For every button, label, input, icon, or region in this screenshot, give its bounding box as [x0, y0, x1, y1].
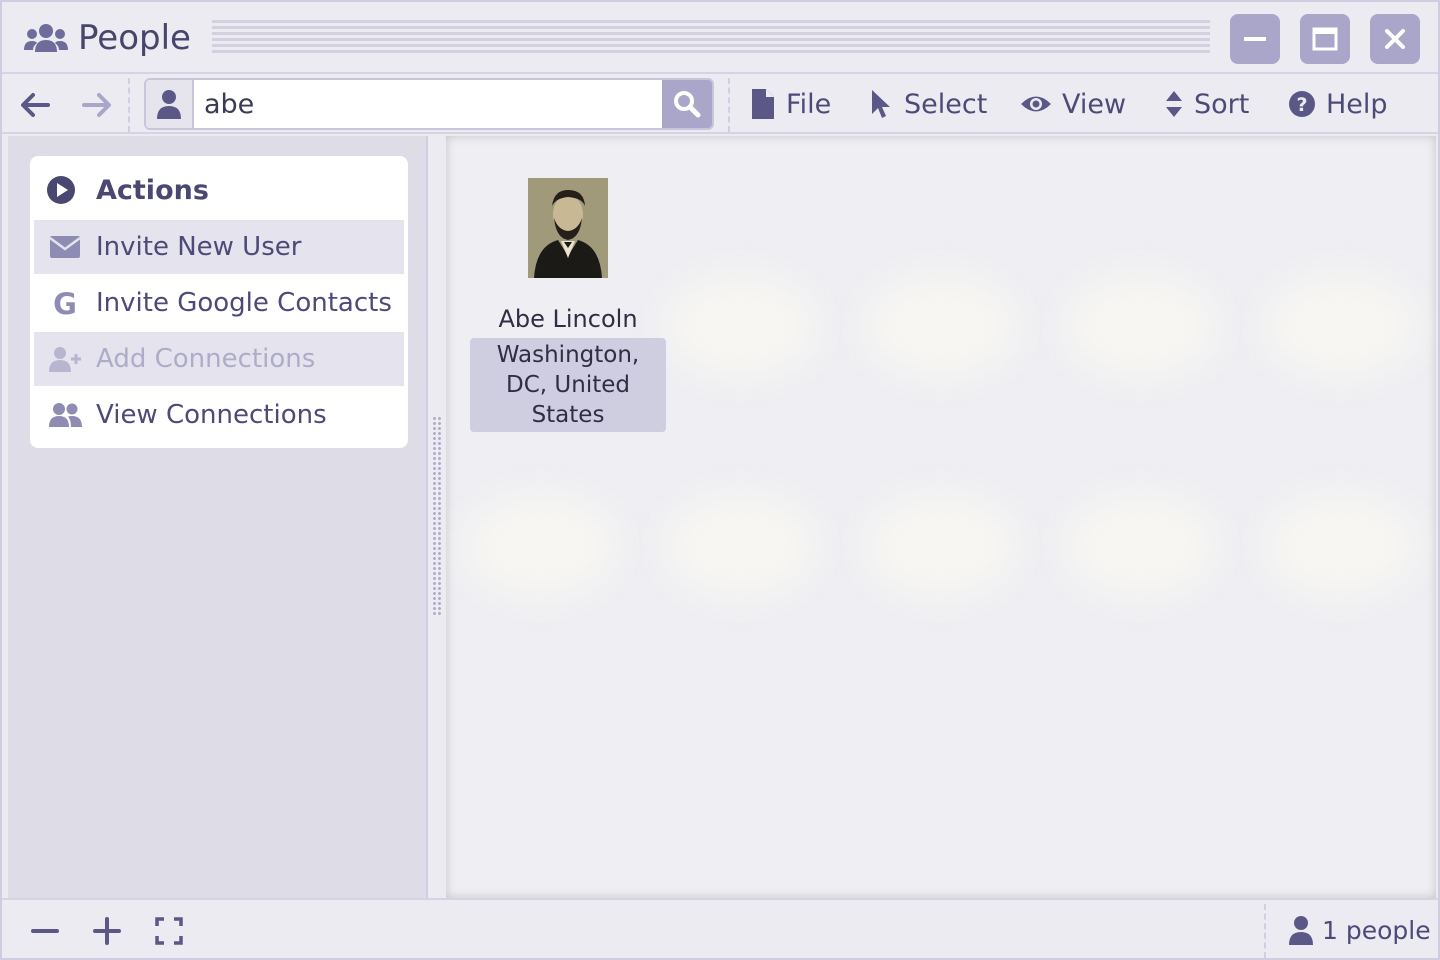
person-location: Washington, DC, United States — [470, 338, 666, 432]
back-arrow-icon[interactable] — [18, 88, 52, 122]
empty-slot — [1066, 276, 1216, 376]
empty-slot — [1266, 496, 1416, 596]
menu-file[interactable]: File — [750, 84, 831, 124]
menu-file-label: File — [786, 88, 832, 120]
menu-sort-label: Sort — [1194, 88, 1250, 120]
zoom-in-icon[interactable] — [92, 916, 122, 946]
action-add-connections[interactable]: Add Connections — [34, 332, 404, 386]
menu-view[interactable]: View — [1020, 84, 1126, 124]
actions-panel: Actions Invite New User G Invite Google … — [30, 156, 408, 448]
menu-select[interactable]: Select — [868, 84, 987, 124]
empty-slot — [1266, 276, 1416, 376]
person-photo — [528, 178, 608, 278]
forward-arrow-icon[interactable] — [80, 88, 114, 122]
status-separator — [1264, 904, 1266, 958]
search-button[interactable] — [662, 80, 712, 128]
sort-icon — [1166, 91, 1182, 117]
menu-select-label: Select — [904, 88, 988, 120]
search-input[interactable] — [194, 80, 664, 128]
empty-slot — [466, 496, 616, 596]
actions-header-label: Actions — [96, 174, 209, 206]
file-icon — [752, 89, 774, 119]
search-scope-button[interactable] — [146, 80, 194, 128]
title-bar[interactable]: People — [2, 2, 1438, 74]
empty-slot — [866, 276, 1016, 376]
window-title: People — [78, 18, 191, 58]
action-view-connections[interactable]: View Connections — [34, 388, 404, 442]
title-drag-handle[interactable] — [212, 20, 1210, 56]
action-invite-google-contacts[interactable]: G Invite Google Contacts — [34, 276, 404, 330]
user-icon — [157, 90, 181, 119]
action-label: Invite New User — [96, 232, 302, 262]
toolbar-separator — [728, 78, 730, 132]
svg-text:G: G — [53, 289, 77, 317]
action-label: Invite Google Contacts — [96, 288, 392, 318]
close-button[interactable] — [1370, 14, 1420, 64]
help-icon: ? — [1289, 91, 1315, 117]
minimize-button[interactable] — [1230, 14, 1280, 64]
minimize-icon — [1244, 37, 1266, 41]
empty-slot — [666, 276, 816, 376]
menu-help-label: Help — [1326, 88, 1388, 120]
people-count-label: 1 people — [1322, 915, 1431, 945]
menu-sort[interactable]: Sort — [1164, 84, 1249, 124]
eye-icon — [1021, 96, 1051, 112]
user-icon — [1289, 916, 1313, 945]
action-invite-new-user[interactable]: Invite New User — [34, 220, 404, 274]
splitter-grip[interactable] — [432, 416, 442, 616]
empty-slot — [666, 496, 816, 596]
status-bar: 1 people — [2, 898, 1438, 958]
toolbar-separator — [128, 78, 130, 132]
envelope-icon — [49, 236, 81, 258]
users-icon — [24, 24, 68, 52]
search-icon — [674, 91, 701, 118]
person-card[interactable]: Abe Lincoln Washington, DC, United State… — [470, 178, 666, 432]
play-circle-icon — [47, 176, 75, 204]
action-label: View Connections — [96, 400, 327, 430]
close-icon — [1385, 29, 1405, 49]
sidebar: Actions Invite New User G Invite Google … — [8, 136, 428, 898]
search-box — [144, 78, 714, 130]
actions-header[interactable]: Actions — [46, 170, 209, 210]
menu-help[interactable]: ? Help — [1288, 84, 1388, 124]
maximize-button[interactable] — [1300, 14, 1350, 64]
people-grid[interactable]: Abe Lincoln Washington, DC, United State… — [446, 136, 1436, 898]
cursor-icon — [872, 90, 890, 118]
fit-screen-icon[interactable] — [154, 916, 184, 946]
users-icon — [49, 403, 82, 427]
people-window: People abe File Select View Sort ? Help … — [0, 0, 1440, 960]
menu-view-label: View — [1062, 88, 1127, 120]
action-label: Add Connections — [96, 344, 316, 374]
svg-text:?: ? — [1296, 94, 1307, 116]
person-name: Abe Lincoln — [498, 305, 638, 333]
zoom-out-icon[interactable] — [30, 916, 60, 946]
empty-slot — [866, 496, 1016, 596]
empty-slot — [1066, 496, 1216, 596]
maximize-icon — [1312, 27, 1338, 51]
toolbar: File Select View Sort ? Help — [2, 74, 1438, 134]
google-icon: G — [53, 289, 77, 317]
people-count: 1 people — [1288, 912, 1431, 948]
user-plus-icon — [49, 347, 81, 372]
